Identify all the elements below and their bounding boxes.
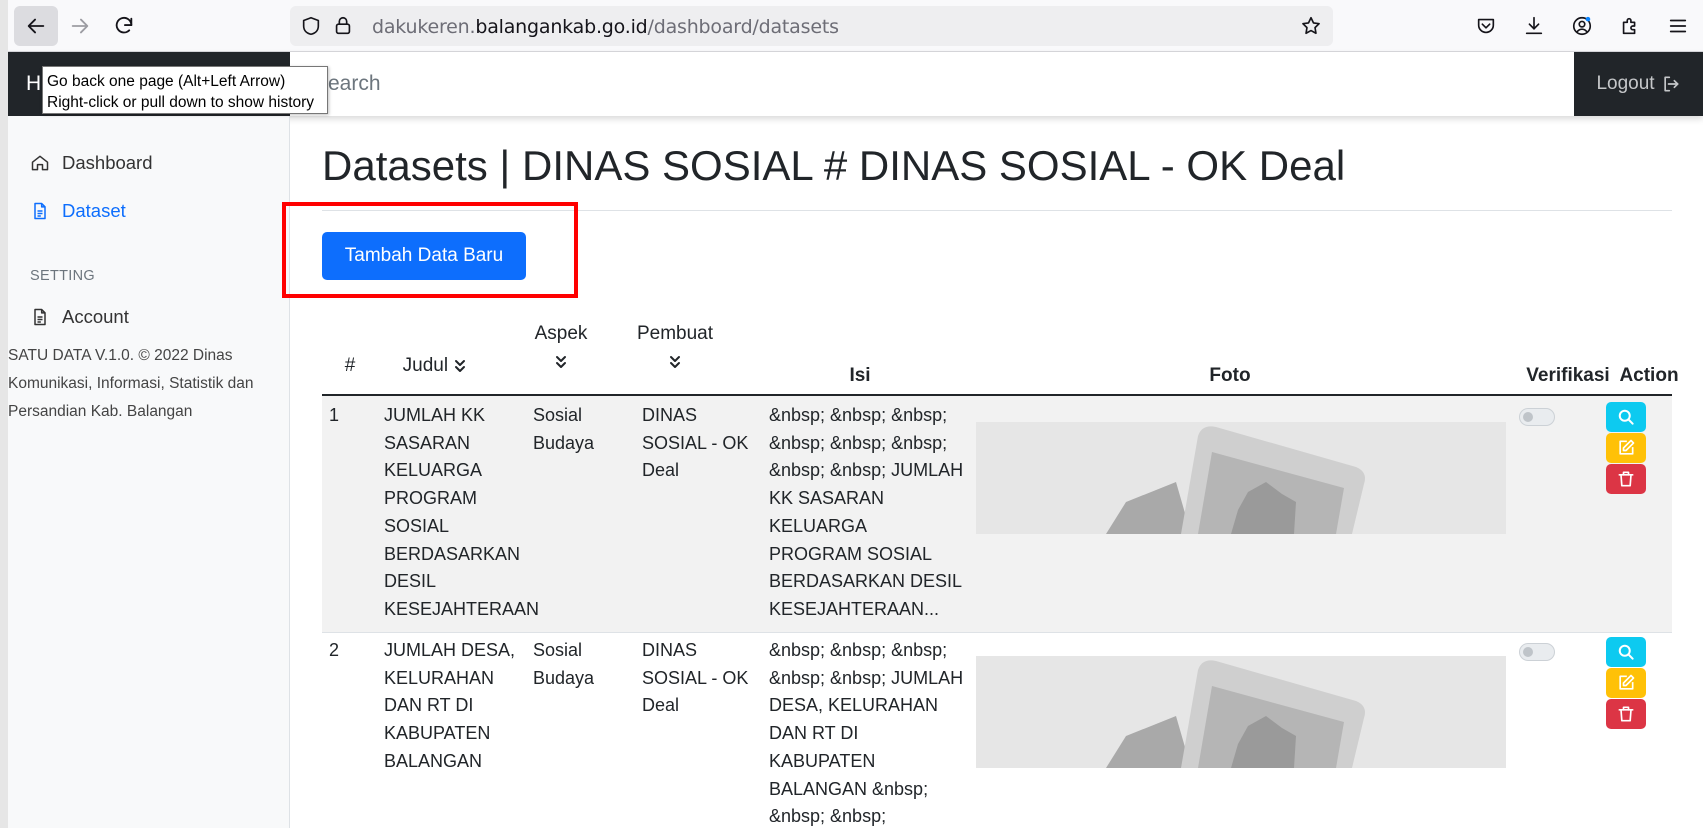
title-divider <box>322 210 1672 211</box>
table-row: 1 JUMLAH KK SASARAN KELUARGA PROGRAM SOS… <box>322 396 1672 632</box>
edit-icon <box>1619 674 1635 690</box>
address-bar[interactable]: dakukeren.balangankab.go.id/dashboard/da… <box>290 6 1333 46</box>
logout-icon <box>1663 76 1679 92</box>
cell-isi: &nbsp; &nbsp; &nbsp; &nbsp; &nbsp; JUMLA… <box>769 640 964 827</box>
view-button[interactable] <box>1606 402 1646 432</box>
column-header-pembuat[interactable]: Pembuat <box>620 320 730 376</box>
column-header-action: Action <box>1619 365 1679 386</box>
column-header-verifikasi: Verifikasi <box>1526 365 1610 386</box>
cell-aspek: Sosial Budaya <box>533 405 595 453</box>
forward-button[interactable] <box>58 6 102 46</box>
back-button[interactable] <box>14 6 58 46</box>
search-icon <box>1618 409 1634 425</box>
sort-chevron-down-icon[interactable] <box>554 354 568 370</box>
browser-toolbar: dakukeren.balangankab.go.id/dashboard/da… <box>8 0 1703 52</box>
edit-button[interactable] <box>1606 668 1646 698</box>
pocket-icon <box>1477 18 1495 34</box>
lock-icon[interactable] <box>332 15 354 37</box>
arrow-right-icon <box>71 18 89 34</box>
edit-icon <box>1619 439 1635 455</box>
sidebar-item-label: Dashboard <box>62 152 153 173</box>
cell-pembuat: DINAS SOSIAL - OK Deal <box>642 405 749 481</box>
edit-button[interactable] <box>1606 433 1646 463</box>
column-header-label: Judul <box>402 355 449 376</box>
search-input[interactable] <box>290 52 1580 116</box>
arrow-left-icon <box>27 18 45 34</box>
url-text[interactable]: dakukeren.balangankab.go.id/dashboard/da… <box>372 16 839 38</box>
puzzle-icon <box>1622 17 1636 35</box>
dataset-photo-placeholder <box>976 656 1506 768</box>
shield-icon[interactable] <box>300 15 322 37</box>
add-data-button[interactable]: Tambah Data Baru <box>322 232 526 280</box>
star-icon[interactable] <box>1300 15 1322 37</box>
image-placeholder-icon <box>1106 660 1365 768</box>
logout-link[interactable]: Logout <box>1574 52 1703 116</box>
sidebar-footer: SATU DATA V.1.0. © 2022 Dinas Komunikasi… <box>8 347 254 420</box>
view-button[interactable] <box>1606 637 1646 667</box>
cell-pembuat: DINAS SOSIAL - OK Deal <box>642 640 749 716</box>
reload-button[interactable] <box>102 6 146 46</box>
download-icon <box>1525 16 1543 35</box>
account-circle-icon <box>1572 16 1592 36</box>
file-text-icon <box>34 202 46 220</box>
sort-chevron-down-icon[interactable] <box>668 354 682 370</box>
account-button[interactable] <box>1560 6 1604 46</box>
file-text-icon <box>34 308 46 326</box>
verify-toggle[interactable] <box>1519 643 1555 661</box>
main-content: Datasets | DINAS SOSIAL # DINAS SOSIAL -… <box>282 116 1703 828</box>
column-header-no: # <box>344 355 356 376</box>
sidebar-item-label: Account <box>62 306 129 327</box>
dataset-photo-placeholder <box>976 422 1506 534</box>
cell-judul: JUMLAH DESA, KELURAHAN DAN RT DI KABUPAT… <box>384 640 516 771</box>
logout-label: Logout <box>1596 73 1655 94</box>
column-header-isi: Isi <box>849 365 871 386</box>
downloads-button[interactable] <box>1512 6 1556 46</box>
pocket-button[interactable] <box>1464 6 1508 46</box>
sidebar-item-account[interactable]: Account <box>30 306 129 328</box>
delete-button[interactable] <box>1606 699 1646 729</box>
extensions-button[interactable] <box>1608 6 1652 46</box>
cell-judul: JUMLAH KK SASARAN KELUARGA PROGRAM SOSIA… <box>384 405 540 619</box>
cell-no: 2 <box>329 640 340 660</box>
image-placeholder-icon <box>1106 426 1365 534</box>
cell-isi: &nbsp; &nbsp; &nbsp; &nbsp; &nbsp; &nbsp… <box>769 405 964 619</box>
menu-button[interactable] <box>1656 6 1700 46</box>
sort-chevron-down-icon[interactable] <box>453 358 467 374</box>
reload-icon <box>115 16 133 34</box>
sidebar-heading-setting: SETTING <box>30 268 95 284</box>
sidebar-item-label: Dataset <box>62 200 126 221</box>
sidebar: Dashboard Dataset SETTING Account SATU D… <box>8 116 290 828</box>
page-title: Datasets | DINAS SOSIAL # DINAS SOSIAL -… <box>322 142 1346 189</box>
column-header-aspek[interactable]: Aspek <box>516 320 606 376</box>
column-header-foto: Foto <box>1209 365 1251 386</box>
verify-toggle[interactable] <box>1519 408 1555 426</box>
column-header-label: Aspek <box>534 323 588 344</box>
cell-no: 1 <box>329 405 340 425</box>
hamburger-icon <box>1669 19 1687 33</box>
tooltip-line-1: Go back one page (Alt+Left Arrow) <box>47 73 286 90</box>
tooltip-line-2: Right-click or pull down to show history <box>47 94 315 111</box>
column-header-judul[interactable]: Judul <box>380 352 490 380</box>
back-button-tooltip: Go back one page (Alt+Left Arrow) Right-… <box>42 66 328 114</box>
sidebar-item-dataset[interactable]: Dataset <box>30 200 126 222</box>
search-icon <box>1618 644 1634 660</box>
trash-icon <box>1618 706 1634 722</box>
column-header-label: Pembuat <box>636 323 714 344</box>
house-icon <box>31 155 49 171</box>
sidebar-item-dashboard[interactable]: Dashboard <box>30 152 153 174</box>
trash-icon <box>1618 471 1634 487</box>
browser-window: dakukeren.balangankab.go.id/dashboard/da… <box>8 0 1703 828</box>
delete-button[interactable] <box>1606 464 1646 494</box>
cell-aspek: Sosial Budaya <box>533 640 595 688</box>
table-row: 2 JUMLAH DESA, KELURAHAN DAN RT DI KABUP… <box>322 633 1672 828</box>
